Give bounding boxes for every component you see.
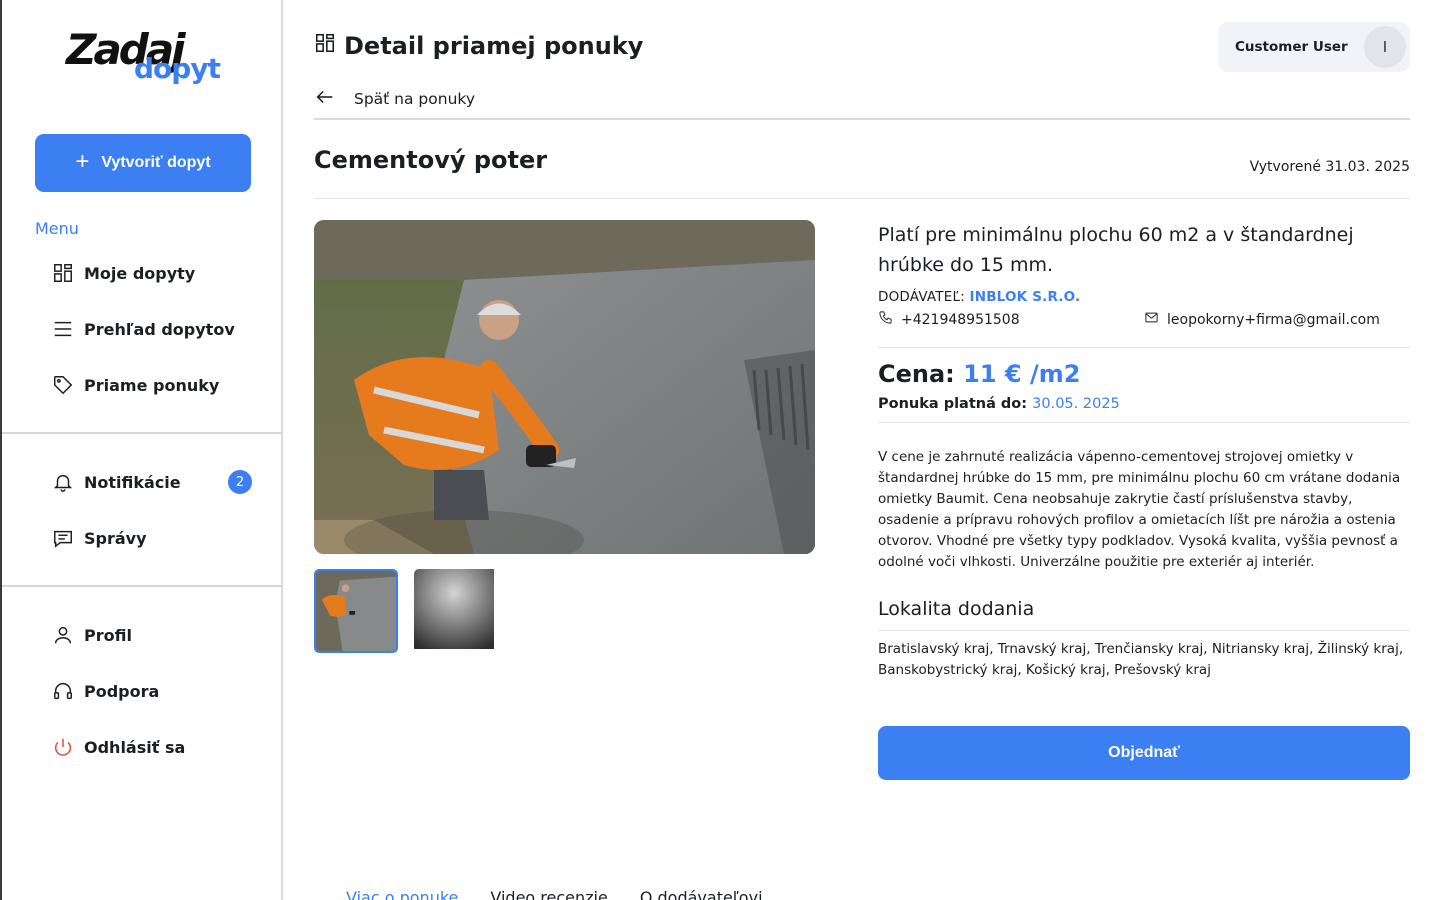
logo-sub-text: dopyt (134, 52, 221, 85)
logo[interactable]: Zadaj dopyt (64, 26, 234, 90)
create-request-label: Vytvoriť dopyt (101, 154, 211, 171)
sidebar-divider (2, 432, 283, 434)
menu-heading: Menu (35, 219, 79, 238)
gallery-thumbnail[interactable] (414, 569, 498, 653)
sidebar-item-messages[interactable]: Správy (52, 524, 262, 552)
offer-headline: Platí pre minimálnu plochu 60 m2 a v šta… (878, 224, 1354, 276)
phone-icon (878, 310, 893, 329)
supplier-name-link[interactable]: INBLOK S.R.O. (969, 289, 1080, 305)
valid-label: Ponuka platná do: (878, 396, 1028, 412)
divider (314, 198, 1410, 199)
offer-details: Platí pre minimálnu plochu 60 m2 a v šta… (878, 220, 1410, 681)
email-contact[interactable]: leopokorny+firma@gmail.com (1144, 310, 1380, 329)
price-label: Cena: (878, 360, 955, 388)
divider (878, 347, 1410, 348)
divider (878, 422, 1410, 423)
tab-more-about-offer[interactable]: Viac o ponuke (346, 888, 458, 900)
delivery-location-heading: Lokalita dodania (878, 598, 1410, 631)
sidebar-item-label: Prehľad dopytov (84, 319, 235, 339)
supplier: DODÁVATEĽ: INBLOK S.R.O. (878, 289, 1410, 305)
sidebar-item-profile[interactable]: Profil (52, 621, 262, 649)
avatar: I (1364, 26, 1406, 68)
back-link-label: Späť na ponuky (354, 90, 475, 108)
gallery-thumbnail[interactable] (314, 569, 398, 653)
order-button[interactable]: Objednať (878, 726, 1410, 780)
tab-about-supplier[interactable]: O dodávateľovi (640, 888, 763, 900)
grid-icon (314, 32, 336, 60)
notifications-count-badge: 2 (228, 470, 252, 494)
grid-icon (52, 262, 74, 284)
power-icon (52, 736, 74, 758)
sidebar-divider (2, 585, 283, 587)
user-name: Customer User (1235, 39, 1348, 55)
sidebar-item-label: Priame ponuky (84, 375, 220, 395)
supplier-label: DODÁVATEĽ: (878, 289, 965, 305)
email-address: leopokorny+firma@gmail.com (1167, 311, 1380, 328)
app: Zadaj dopyt + Vytvoriť dopyt Menu Moje d… (0, 0, 1440, 900)
tag-icon (52, 374, 74, 396)
price-value: 11 € /m2 (963, 360, 1081, 388)
page-title: Detail priamej ponuky (314, 32, 643, 60)
page-header: Detail priamej ponuky Customer User I Sp… (314, 20, 1410, 120)
page-title-text: Detail priamej ponuky (344, 32, 644, 60)
sidebar-item-logout[interactable]: Odhlásiť sa (52, 733, 262, 761)
offer-description: V cene je zahrnuté realizácia vápenno-ce… (878, 449, 1401, 570)
contact-row: +421948951508 leopokorny+firma@gmail.com (878, 310, 1410, 329)
sidebar-item-notifications[interactable]: Notifikácie 2 (52, 468, 262, 496)
created-date: Vytvorené 31.03. 2025 (1249, 159, 1410, 175)
headset-icon (52, 680, 74, 702)
user-menu[interactable]: Customer User I (1218, 22, 1410, 72)
sidebar-item-label: Odhlásiť sa (84, 737, 186, 757)
offer-validity: Ponuka platná do: 30.05. 2025 (878, 396, 1410, 412)
list-icon (52, 318, 74, 340)
sidebar-item-label: Notifikácie (84, 472, 181, 492)
tab-video-reviews[interactable]: Video recenzie (490, 888, 607, 900)
offer-tabs: Viac o ponuke Video recenzie O dodávateľ… (346, 888, 763, 900)
sidebar-item-label: Správy (84, 528, 147, 548)
main-product-image[interactable] (314, 220, 815, 554)
price: Cena: 11 € /m2 (878, 360, 1410, 388)
plus-icon: + (75, 148, 90, 175)
bell-icon (52, 471, 74, 493)
product-title: Cementový poter (314, 146, 548, 174)
phone-contact[interactable]: +421948951508 (878, 310, 1020, 329)
mail-icon (1144, 310, 1159, 329)
sidebar-item-support[interactable]: Podpora (52, 677, 262, 705)
arrow-left-icon (314, 86, 336, 112)
sidebar-item-label: Profil (84, 625, 132, 645)
sidebar-item-label: Moje dopyty (84, 263, 196, 283)
back-to-offers-link[interactable]: Späť na ponuky (314, 86, 475, 112)
sidebar-item-label: Podpora (84, 681, 160, 701)
valid-date: 30.05. 2025 (1032, 396, 1120, 412)
message-icon (52, 527, 74, 549)
sidebar-item-requests-overview[interactable]: Prehľad dopytov (52, 315, 262, 343)
sidebar-item-my-requests[interactable]: Moje dopyty (52, 259, 262, 287)
create-request-button[interactable]: + Vytvoriť dopyt (35, 134, 251, 192)
user-icon (52, 624, 74, 646)
sidebar: Zadaj dopyt + Vytvoriť dopyt Menu Moje d… (0, 0, 283, 900)
sidebar-item-direct-offers[interactable]: Priame ponuky (52, 371, 262, 399)
delivery-locations: Bratislavský kraj, Trnavský kraj, Trenči… (878, 641, 1404, 678)
phone-number: +421948951508 (901, 311, 1020, 328)
